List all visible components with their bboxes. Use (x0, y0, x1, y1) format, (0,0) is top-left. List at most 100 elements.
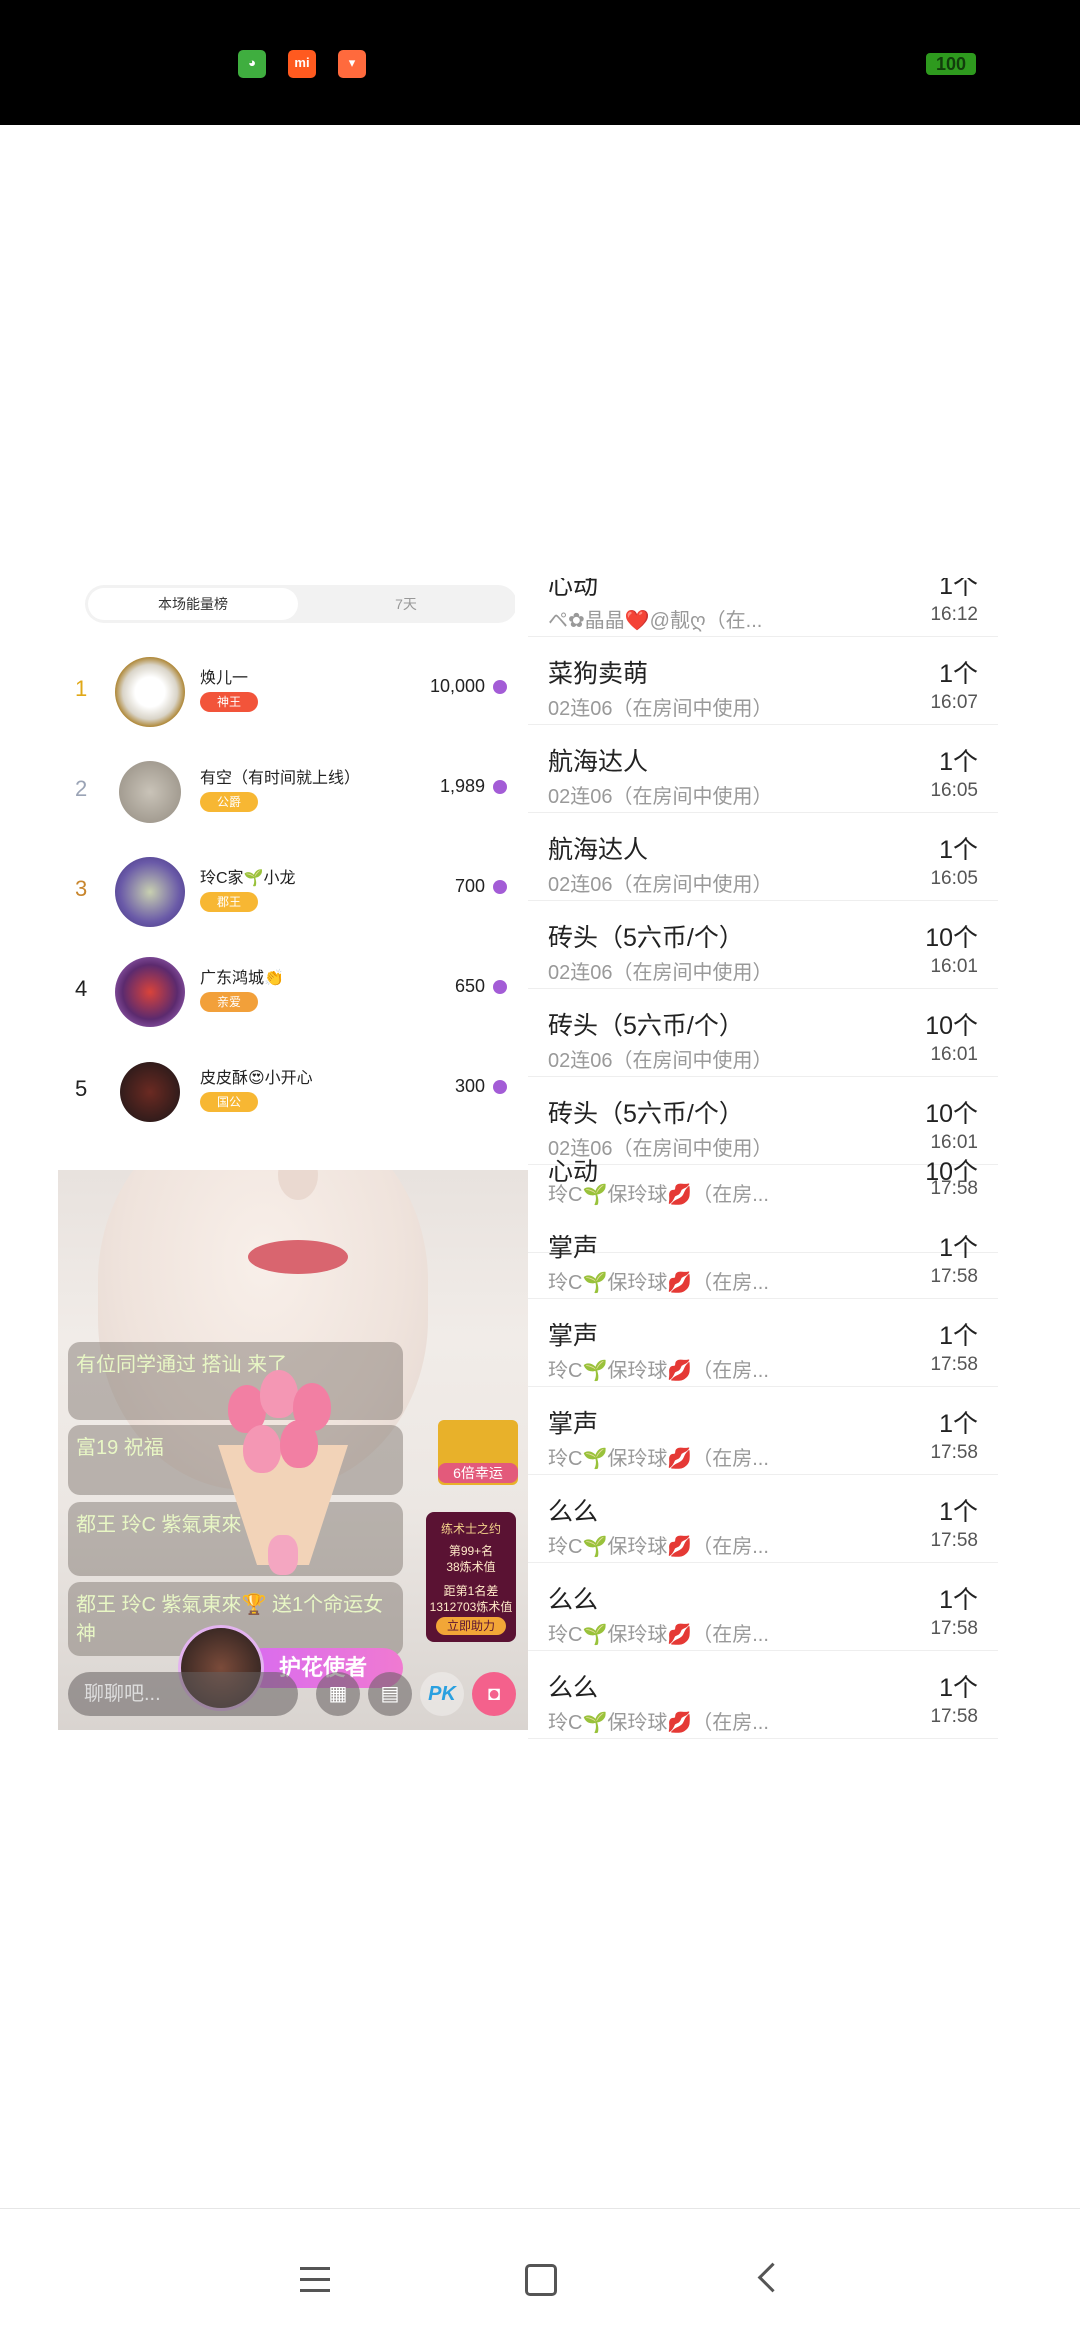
gift-count: 1个 (939, 660, 978, 688)
coin-icon (493, 680, 507, 694)
avatar[interactable] (115, 957, 185, 1027)
gift-icon[interactable]: ◘ (472, 1672, 516, 1716)
gift-sender: 玲C🌱保玲球💋（在房... (548, 1272, 769, 1294)
list-item[interactable]: 么么 玲C🌱保玲球💋（在房... 1个 17:58 (528, 1474, 998, 1563)
gift-count: 1个 (939, 1234, 978, 1262)
gift-count: 1个 (939, 748, 978, 776)
event-promo-card[interactable]: 练术士之约 第99+名 38炼术值 距第1名差 1312703炼术值 立即助力 (426, 1512, 516, 1642)
rank-number: 3 (75, 876, 88, 901)
gift-sender: 02连06（在房间中使用） (548, 786, 773, 808)
gift-sender: 玲C🌱保玲球💋（在房... (548, 1536, 769, 1558)
list-item[interactable]: 掌声 玲C🌱保玲球💋（在房... 1个 17:58 (528, 1386, 998, 1475)
live-stream-preview[interactable]: 有位同学通过 搭讪 来了 富19 祝福 都王 玲C 紫氣東來🏆 一个 都王 玲C… (58, 1170, 528, 1730)
list-item[interactable]: 菜狗卖萌 02连06（在房间中使用） 1个 16:07 (528, 636, 998, 725)
list-item[interactable]: 么么 玲C🌱保玲球💋（在房... 1个 17:58 (528, 1562, 998, 1651)
gift-name: 么么 (548, 1674, 599, 1702)
rank-number: 2 (75, 776, 88, 801)
list-item[interactable]: 砖头（5六币/个） 02连06（在房间中使用） 10个 16:01 (528, 900, 998, 989)
level-badge: 郡王 (200, 892, 258, 912)
coin-icon (493, 880, 507, 894)
list-item[interactable]: 砖头（5六币/个） 02连06（在房间中使用） 10个 16:01 (528, 988, 998, 1077)
ranking-row[interactable]: 3 玲C家🌱小龙 郡王 700 (55, 842, 515, 942)
gift-count: 1个 (939, 578, 978, 600)
user-name: 玲C家🌱小龙 (200, 870, 296, 887)
support-button[interactable]: 立即助力 (436, 1617, 506, 1635)
gift-time: 17:58 (930, 1354, 978, 1375)
gift-name: 心动 (548, 578, 599, 600)
bouquet-ribbon (268, 1535, 298, 1575)
gift-name: 么么 (548, 1586, 599, 1614)
gift-time: 17:58 (930, 1706, 978, 1727)
rank-number: 5 (75, 1076, 88, 1101)
gift-name: 掌声 (548, 1234, 599, 1262)
grid-menu-icon[interactable]: ▦ (316, 1672, 360, 1716)
list-item[interactable]: 航海达人 02连06（在房间中使用） 1个 16:05 (528, 724, 998, 813)
energy-score: 650 (454, 976, 485, 996)
gift-count: 1个 (939, 836, 978, 864)
user-name: 广东鸿城👏 (200, 970, 284, 987)
user-name: 有空（有时间就上线） (200, 770, 361, 787)
ranking-row[interactable]: 4 广东鸿城👏 亲爱 650 (55, 942, 515, 1042)
gift-time: 16:05 (930, 868, 978, 889)
gift-record-list[interactable]: 心动 ペ✿晶晶❤️@靓ღ（在... 1个 16:12 菜狗卖萌 02连06（在房… (528, 578, 998, 1743)
rank-number: 1 (75, 676, 88, 701)
list-item[interactable]: 么么 玲C🌱保玲球💋（在房... 1个 17:58 (528, 1650, 998, 1739)
gift-sender: 玲C🌱保玲球💋（在房... (548, 1712, 769, 1734)
gift-name: 砖头（5六币/个） (548, 1012, 744, 1040)
message-icon[interactable]: ▤ (368, 1672, 412, 1716)
level-badge: 公爵 (200, 792, 258, 812)
gift-time: 17:58 (930, 1266, 978, 1287)
ranking-tab-bar: 本场能量榜 7天 (85, 585, 515, 623)
chat-input[interactable]: 聊聊吧... (68, 1672, 298, 1716)
gift-time: 17:58 (930, 1530, 978, 1551)
level-badge: 神王 (200, 692, 258, 712)
home-icon[interactable] (510, 2249, 570, 2309)
gift-name: 航海达人 (548, 748, 649, 776)
gift-count: 1个 (939, 1674, 978, 1702)
streamer-lips (248, 1240, 348, 1274)
lucky-card-button[interactable]: 6倍幸运 (438, 1420, 518, 1485)
gift-name: 航海达人 (548, 836, 649, 864)
coin-icon (493, 1080, 507, 1094)
gift-count: 1个 (939, 1410, 978, 1438)
ranking-row[interactable]: 5 皮皮酥😍小开心 国公 300 (55, 1042, 515, 1142)
avatar[interactable] (115, 657, 185, 727)
tab-session-ranking[interactable]: 本场能量榜 (88, 588, 298, 620)
tab-7-days[interactable]: 7天 (301, 588, 511, 620)
gift-name: 掌声 (548, 1410, 599, 1438)
status-bar: ◕ mi ▾ 100 (0, 0, 1080, 125)
gift-sender: 02连06（在房间中使用） (548, 962, 773, 984)
gift-time: 17:58 (930, 1618, 978, 1639)
avatar[interactable] (115, 857, 185, 927)
list-item[interactable]: 掌声 玲C🌱保玲球💋（在房... 1个 17:58 (528, 1210, 998, 1299)
gift-count: 1个 (939, 1586, 978, 1614)
level-badge: 国公 (200, 1092, 258, 1112)
user-name: 焕儿一 (200, 670, 249, 687)
wechat-icon: ◕ (238, 50, 266, 78)
gift-time: 16:12 (930, 604, 978, 625)
gift-name: 么么 (548, 1498, 599, 1526)
pk-button[interactable]: PK (420, 1672, 464, 1716)
gift-name: 菜狗卖萌 (548, 660, 649, 688)
list-item[interactable]: 航海达人 02连06（在房间中使用） 1个 16:05 (528, 812, 998, 901)
gift-sender: 玲C🌱保玲球💋（在房... (548, 1360, 769, 1382)
gift-sender: 02连06（在房间中使用） (548, 874, 773, 896)
battery-indicator: 100 (926, 53, 976, 75)
energy-ranking-panel: 本场能量榜 7天 1 焕儿一 神王 10,000 2 有空（有时间就上线） 公爵… (55, 580, 515, 1170)
energy-score: 10,000 (429, 676, 485, 696)
tulip-petal (280, 1420, 318, 1468)
gift-name: 掌声 (548, 1322, 599, 1350)
gift-name: 砖头（5六币/个） (548, 1100, 744, 1128)
list-item[interactable]: 心动 ペ✿晶晶❤️@靓ღ（在... 1个 16:12 (528, 578, 998, 637)
ranking-row[interactable]: 2 有空（有时间就上线） 公爵 1,989 (55, 742, 515, 842)
gift-time: 17:58 (930, 1178, 978, 1199)
menu-icon[interactable] (285, 2249, 345, 2309)
avatar[interactable] (120, 1062, 180, 1122)
list-item[interactable]: 掌声 玲C🌱保玲球💋（在房... 1个 17:58 (528, 1298, 998, 1387)
shopping-bag-icon: ▾ (338, 50, 366, 78)
ranking-row[interactable]: 1 焕儿一 神王 10,000 (55, 642, 515, 742)
avatar[interactable] (119, 761, 181, 823)
gift-count: 1个 (939, 1498, 978, 1526)
back-icon[interactable] (740, 2249, 800, 2309)
energy-score: 700 (454, 876, 485, 896)
